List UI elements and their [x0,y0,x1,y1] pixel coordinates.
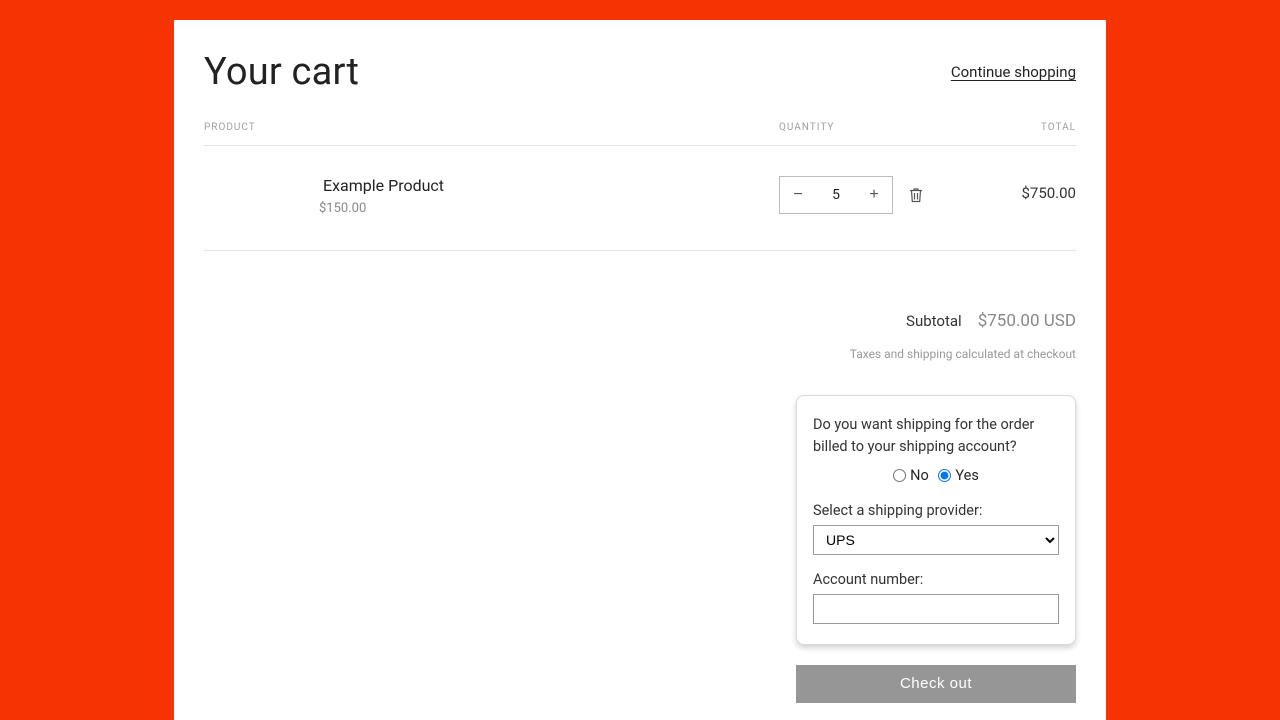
quantity-value: 5 [816,187,856,203]
shipping-provider-label: Select a shipping provider: [813,502,1059,519]
item-line-total: $750.00 [939,176,1076,202]
cart-column-headers: PRODUCT QUANTITY TOTAL [204,122,1076,146]
shipping-yes-option[interactable]: Yes [938,467,978,484]
trash-icon[interactable] [909,187,923,203]
column-product: PRODUCT [204,122,779,133]
shipping-yes-radio[interactable] [938,469,951,482]
subtotal-value: $750.00 USD [978,311,1076,331]
shipping-question: Do you want shipping for the order bille… [813,414,1059,459]
decrease-quantity-button[interactable]: − [780,177,816,213]
item-info: Example Product $150.00 [204,176,779,216]
tax-shipping-note: Taxes and shipping calculated at checkou… [204,347,1076,361]
shipping-provider-select[interactable]: UPS [813,525,1059,555]
page-title: Your cart [204,50,359,94]
shipping-radio-group: No Yes [813,467,1059,486]
quantity-stepper: − 5 + [779,176,893,214]
shipping-account-card: Do you want shipping for the order bille… [796,395,1076,645]
subtotal-label: Subtotal [906,312,962,330]
continue-shopping-link[interactable]: Continue shopping [951,63,1076,81]
item-name: Example Product [323,176,779,195]
cart-page: Your cart Continue shopping PRODUCT QUAN… [174,20,1106,720]
shipping-no-option[interactable]: No [893,467,929,484]
item-quantity-controls: − 5 + [779,176,939,214]
cart-header: Your cart Continue shopping [204,50,1076,94]
account-number-label: Account number: [813,571,1059,588]
item-unit-price: $150.00 [319,201,779,216]
shipping-no-radio[interactable] [893,469,906,482]
column-total: TOTAL [939,122,1076,133]
subtotal-row: Subtotal $750.00 USD [204,311,1076,331]
cart-line-item: Example Product $150.00 − 5 + $750.00 [204,146,1076,251]
shipping-yes-label: Yes [955,467,978,484]
checkout-button[interactable]: Check out [796,665,1076,703]
shipping-no-label: No [910,467,929,484]
column-quantity: QUANTITY [779,122,939,133]
account-number-input[interactable] [813,594,1059,624]
increase-quantity-button[interactable]: + [856,177,892,213]
